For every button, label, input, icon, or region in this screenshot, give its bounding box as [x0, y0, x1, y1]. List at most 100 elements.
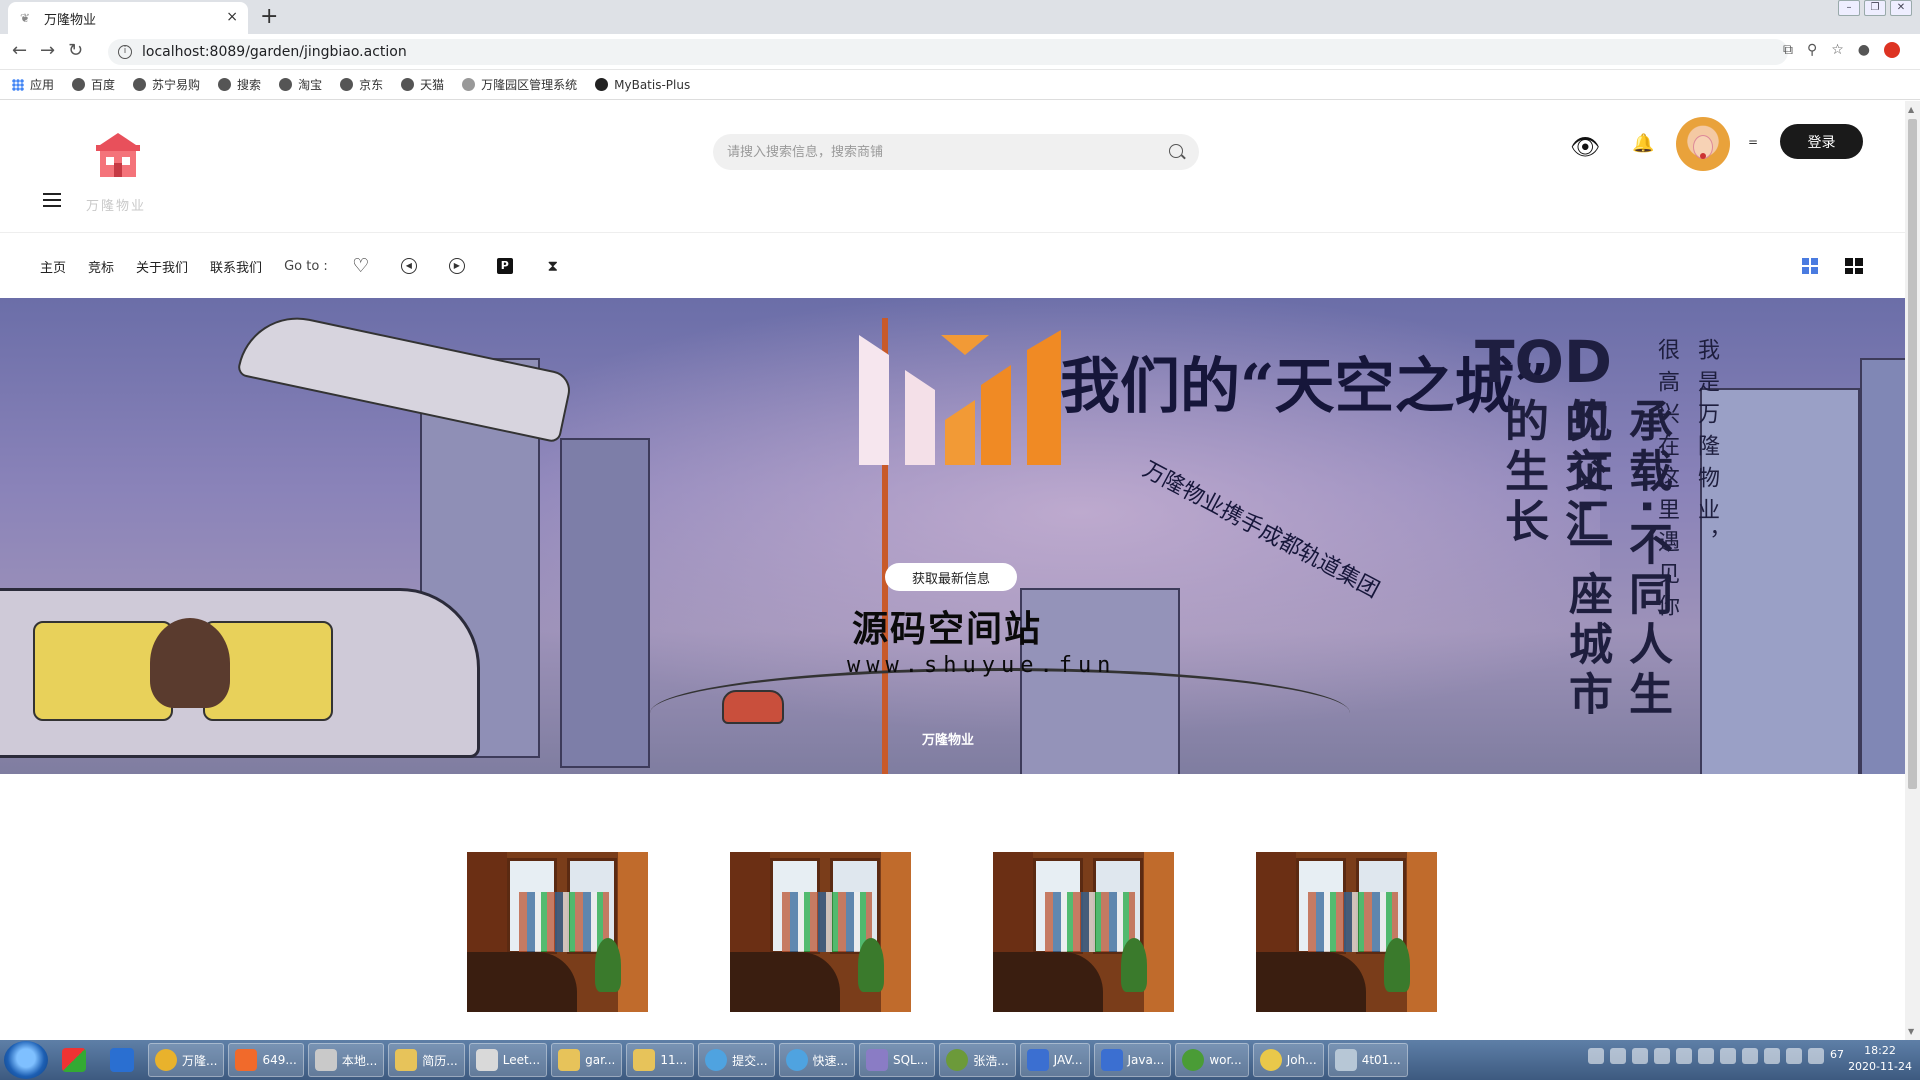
tray-icon[interactable]	[1742, 1048, 1758, 1064]
taskbar-button[interactable]: 649...	[228, 1043, 304, 1077]
heart-icon[interactable]: ♡	[348, 253, 374, 279]
clock-time: 18:22	[1864, 1044, 1896, 1057]
taskbar-button[interactable]: 万隆...	[148, 1043, 225, 1077]
nav-home[interactable]: 主页	[40, 257, 66, 276]
building	[1860, 358, 1905, 774]
tray-icon[interactable]	[1720, 1048, 1736, 1064]
search-icon[interactable]	[1169, 144, 1183, 158]
start-button[interactable]	[4, 1041, 48, 1079]
taskbar-button[interactable]: 快速...	[778, 1043, 855, 1077]
forward-icon[interactable]: →	[40, 40, 55, 61]
bookmark-apps[interactable]: 应用	[12, 76, 54, 93]
taskbar-button[interactable]: 提交...	[698, 1043, 775, 1077]
logo-house-icon[interactable]	[90, 131, 146, 181]
taskbar-button[interactable]: Java...	[1093, 1043, 1172, 1077]
tray-icon[interactable]	[1610, 1048, 1626, 1064]
translate-icon[interactable]: ⧉	[1783, 42, 1793, 58]
globe-icon	[133, 78, 147, 91]
zoom-icon[interactable]: ⚲	[1807, 42, 1817, 58]
apps-grid-icon	[12, 78, 24, 91]
extension-icon[interactable]	[1884, 42, 1900, 58]
logo-text: 万隆物业	[86, 199, 147, 214]
taskbar-button[interactable]: 张浩...	[939, 1043, 1016, 1077]
scroll-up-icon[interactable]: ▲	[1908, 105, 1914, 114]
tile-view-icon[interactable]	[1845, 258, 1863, 274]
get-latest-info-button[interactable]: 获取最新信息	[885, 563, 1017, 591]
page-scrollbar[interactable]: ▲ ▼	[1905, 101, 1920, 1040]
login-button[interactable]: 登录	[1780, 124, 1863, 159]
taskbar-button[interactable]: Joh...	[1252, 1043, 1324, 1077]
taskbar: 万隆... 649... 本地... 简历... Leet... gar... …	[0, 1040, 1920, 1080]
taskbar-button[interactable]: 11...	[626, 1043, 695, 1077]
hero-tod: TOD	[1475, 328, 1613, 396]
passenger-figure	[150, 618, 230, 708]
back-icon[interactable]: ←	[12, 40, 27, 61]
restore-button[interactable]: ❐	[1864, 0, 1886, 16]
globe-icon	[218, 78, 232, 91]
shop-thumbnail[interactable]	[467, 852, 648, 1012]
taskbar-button[interactable]: 简历...	[388, 1043, 465, 1077]
shop-thumbnail[interactable]	[993, 852, 1174, 1012]
pinned-app-icon[interactable]	[100, 1043, 144, 1077]
scrollbar-thumb[interactable]	[1908, 119, 1917, 789]
volume-icon[interactable]	[1808, 1048, 1824, 1064]
taskbar-button[interactable]: Leet...	[468, 1043, 548, 1077]
site-info-icon[interactable]: i	[118, 45, 132, 59]
bookmark-star-icon[interactable]: ☆	[1831, 42, 1844, 58]
hero-caption: 万隆物业	[922, 733, 975, 748]
bookmark-item[interactable]: 搜索	[218, 76, 261, 93]
nav-contact[interactable]: 联系我们	[210, 257, 262, 276]
taskbar-button[interactable]: wor...	[1175, 1043, 1249, 1077]
play-icon[interactable]: ▶	[444, 253, 470, 279]
bookmark-item[interactable]: 淘宝	[279, 76, 322, 93]
user-menu-icon[interactable]: =	[1748, 135, 1758, 149]
clock-back-icon[interactable]: ◀	[396, 253, 422, 279]
tray-icon[interactable]	[1632, 1048, 1648, 1064]
tray-badge[interactable]: 67	[1830, 1048, 1850, 1064]
browser-tabstrip: ❦ 万隆物业 × + – ❐ ✕	[0, 0, 1920, 34]
shop-thumbnail[interactable]	[730, 852, 911, 1012]
globe-icon	[279, 78, 293, 91]
search-input[interactable]	[713, 134, 1133, 170]
taskbar-button[interactable]: 4t01...	[1327, 1043, 1408, 1077]
bookmark-item[interactable]: 万隆园区管理系统	[462, 76, 577, 93]
hourglass-icon[interactable]: ⧗	[540, 253, 566, 279]
eye-icon[interactable]: 👁	[1570, 133, 1600, 161]
tray-icon[interactable]	[1588, 1048, 1604, 1064]
building	[1700, 388, 1860, 774]
taskbar-button[interactable]: JAV...	[1019, 1043, 1090, 1077]
tray-icon[interactable]	[1764, 1048, 1780, 1064]
profile-icon[interactable]: ●	[1858, 42, 1870, 58]
minimize-button[interactable]: –	[1838, 0, 1860, 16]
system-clock[interactable]: 18:22 2020-11-24	[1848, 1043, 1912, 1075]
menu-icon[interactable]	[43, 193, 61, 211]
parking-icon[interactable]: P	[492, 253, 518, 279]
close-window-button[interactable]: ✕	[1890, 0, 1912, 16]
tray-icon[interactable]	[1698, 1048, 1714, 1064]
url-field[interactable]: i localhost:8089/garden/jingbiao.action	[108, 39, 1788, 65]
bookmark-item[interactable]: 苏宁易购	[133, 76, 200, 93]
taskbar-button[interactable]: gar...	[551, 1043, 623, 1077]
taskbar-button[interactable]: 本地...	[307, 1043, 385, 1077]
tray-icon[interactable]	[1654, 1048, 1670, 1064]
avatar[interactable]	[1676, 117, 1730, 171]
bookmark-item[interactable]: 百度	[72, 76, 115, 93]
shop-thumbnail[interactable]	[1256, 852, 1437, 1012]
tray-icon[interactable]	[1786, 1048, 1802, 1064]
pinned-app-icon[interactable]	[52, 1043, 96, 1077]
nav-about[interactable]: 关于我们	[136, 257, 188, 276]
tray-icon[interactable]	[1676, 1048, 1692, 1064]
bell-icon[interactable]: 🔔	[1632, 133, 1654, 154]
reload-icon[interactable]: ↻	[68, 40, 83, 61]
bookmark-item[interactable]: MyBatis-Plus	[595, 78, 690, 92]
nav-bidding[interactable]: 竞标	[88, 257, 114, 276]
site-favicon-icon	[462, 78, 476, 91]
tab-close-icon[interactable]: ×	[226, 9, 238, 25]
scroll-down-icon[interactable]: ▼	[1908, 1027, 1914, 1036]
browser-tab[interactable]: ❦ 万隆物业 ×	[8, 2, 248, 34]
grid-view-icon[interactable]	[1802, 258, 1818, 274]
bookmark-item[interactable]: 京东	[340, 76, 383, 93]
taskbar-button[interactable]: SQL...	[858, 1043, 936, 1077]
new-tab-button[interactable]: +	[260, 4, 278, 29]
bookmark-item[interactable]: 天猫	[401, 76, 444, 93]
